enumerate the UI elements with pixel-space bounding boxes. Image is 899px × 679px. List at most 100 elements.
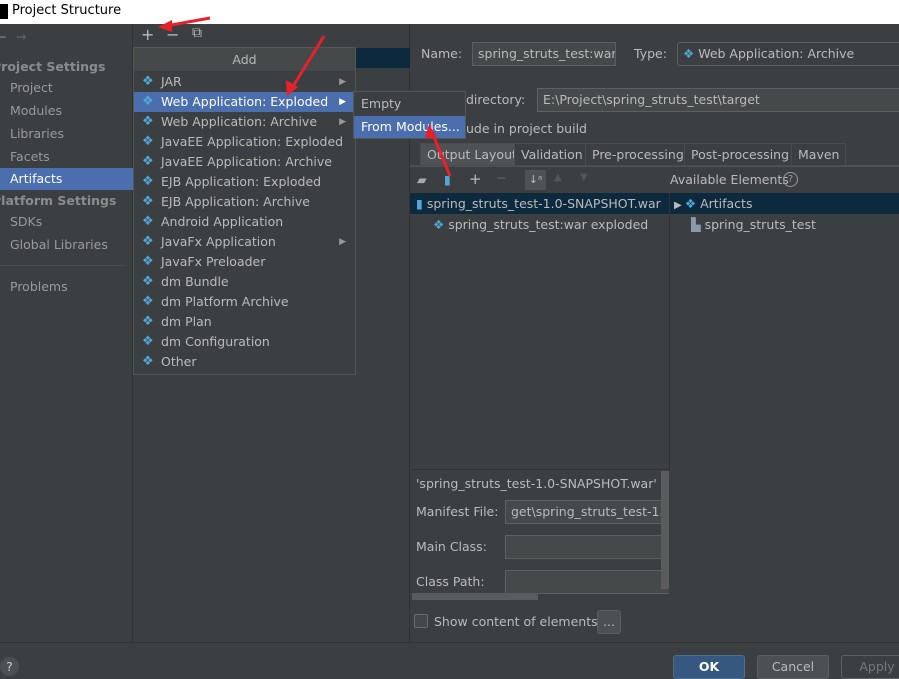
available-item-module[interactable]: ▙ spring_struts_test bbox=[691, 214, 816, 235]
web-app-icon: ❖ bbox=[433, 217, 449, 232]
tab-post-processing[interactable]: Post-processing bbox=[684, 143, 797, 166]
jar-icon: ❖ bbox=[142, 74, 154, 89]
cancel-button[interactable]: Cancel bbox=[757, 655, 829, 679]
tab-pre-processing[interactable]: Pre-processing bbox=[585, 143, 691, 166]
tree-item-label: spring_struts_test:war exploded bbox=[448, 217, 649, 232]
main-class-label: Main Class: bbox=[416, 539, 487, 554]
menu-item[interactable]: ❖ dm Platform Archive bbox=[134, 292, 355, 312]
menu-item[interactable]: ❖ JavaFx Preloader bbox=[134, 252, 355, 272]
menu-item[interactable]: ❖ Web Application: Exploded ▶ bbox=[134, 92, 355, 112]
menu-item-label: JavaFx Preloader bbox=[161, 254, 266, 269]
submenu-item-empty[interactable]: Empty bbox=[354, 93, 465, 115]
show-content-label: Show content of elements bbox=[434, 614, 598, 629]
show-content-checkbox[interactable] bbox=[414, 614, 428, 628]
menu-item[interactable]: ❖ EJB Application: Archive bbox=[134, 192, 355, 212]
menu-item-label: Android Application bbox=[161, 214, 284, 229]
type-select-value: Web Application: Archive bbox=[698, 46, 855, 61]
web-app-icon: ❖ bbox=[683, 46, 695, 61]
tree-item-exploded[interactable]: ❖ spring_struts_test:war exploded bbox=[433, 214, 648, 235]
available-item-artifacts[interactable]: ▶ ❖ Artifacts bbox=[674, 193, 752, 214]
help-icon[interactable]: ? bbox=[783, 172, 798, 187]
sidebar-item-project[interactable]: Project bbox=[10, 80, 53, 95]
class-path-input[interactable] bbox=[505, 570, 669, 594]
tab-validation[interactable]: Validation bbox=[514, 143, 590, 166]
sidebar-item-artifacts[interactable]: Artifacts bbox=[0, 168, 133, 190]
forward-button[interactable]: → bbox=[16, 29, 26, 44]
dm-platform-icon: ❖ bbox=[142, 294, 154, 309]
available-elements-label: Available Elements bbox=[670, 172, 789, 187]
divider bbox=[411, 469, 669, 470]
menu-item[interactable]: ❖ JAR ▶ bbox=[134, 72, 355, 92]
menu-item[interactable]: ❖ dm Plan bbox=[134, 312, 355, 332]
menu-item-label: Web Application: Archive bbox=[161, 114, 318, 129]
tab-output-layout[interactable]: Output Layout bbox=[420, 143, 524, 166]
tree-item-war[interactable]: ▮ spring_struts_test-1.0-SNAPSHOT.war bbox=[416, 193, 661, 214]
window-title: Project Structure bbox=[12, 3, 122, 18]
menu-item[interactable]: ❖ dm Configuration bbox=[134, 332, 355, 352]
include-in-build-checkbox-label[interactable]: ude in project build bbox=[466, 121, 587, 136]
menu-item[interactable]: ❖ EJB Application: Exploded bbox=[134, 172, 355, 192]
menu-item-label: dm Bundle bbox=[161, 274, 229, 289]
sidebar-item-global-libraries[interactable]: Global Libraries bbox=[10, 237, 108, 252]
menu-item[interactable]: ❖ JavaEE Application: Archive bbox=[134, 152, 355, 172]
menu-item[interactable]: ❖ JavaFx Application ▶ bbox=[134, 232, 355, 252]
add-element-button[interactable]: + bbox=[469, 170, 482, 188]
app-icon bbox=[0, 4, 8, 19]
menu-item-label: Web Application: Exploded bbox=[161, 94, 329, 109]
module-folder-icon: ▙ bbox=[691, 217, 705, 232]
artifact-icon: ❖ bbox=[684, 196, 701, 211]
javafx-icon: ❖ bbox=[142, 234, 154, 249]
archive-icon[interactable]: ▮ bbox=[444, 172, 451, 187]
output-directory-input[interactable]: E:\Project\spring_struts_test\target bbox=[537, 88, 899, 112]
sidebar-item-libraries[interactable]: Libraries bbox=[10, 126, 64, 141]
menu-item[interactable]: ❖ dm Bundle bbox=[134, 272, 355, 292]
new-folder-icon[interactable]: ▰ bbox=[417, 172, 427, 187]
manifest-file-label: Manifest File: bbox=[416, 504, 499, 519]
menu-item-label: dm Plan bbox=[161, 314, 212, 329]
sidebar-item-problems[interactable]: Problems bbox=[10, 279, 68, 294]
menu-item-label: JAR bbox=[161, 74, 182, 89]
menu-item[interactable]: ❖ Android Application bbox=[134, 212, 355, 232]
help-button[interactable]: ? bbox=[0, 657, 19, 676]
type-select[interactable]: ❖ Web Application: Archive bbox=[677, 42, 899, 66]
sidebar-item-modules[interactable]: Modules bbox=[10, 103, 62, 118]
apply-button[interactable]: Apply bbox=[841, 655, 899, 679]
sidebar-item-sdks[interactable]: SDKs bbox=[10, 214, 42, 229]
horizontal-scrollbar[interactable] bbox=[412, 593, 538, 600]
name-input[interactable]: spring_struts_test:war bbox=[472, 42, 616, 66]
move-up-icon[interactable]: ▲ bbox=[554, 172, 562, 183]
add-button[interactable]: + bbox=[141, 25, 154, 44]
sidebar-item-label: Artifacts bbox=[10, 171, 63, 186]
menu-item-label: dm Platform Archive bbox=[161, 294, 289, 309]
move-down-icon[interactable]: ▼ bbox=[580, 172, 588, 183]
platform-settings-header: Platform Settings bbox=[0, 193, 117, 208]
menu-item[interactable]: ❖ Other bbox=[134, 352, 355, 372]
tab-maven[interactable]: Maven bbox=[791, 143, 847, 166]
menu-item-label: EJB Application: Exploded bbox=[161, 174, 322, 189]
sidebar: ← → Project Settings Project Modules Lib… bbox=[0, 24, 133, 642]
back-button[interactable]: ← bbox=[0, 29, 6, 44]
remove-button[interactable]: − bbox=[166, 25, 179, 44]
ellipsis-button[interactable]: ... bbox=[597, 610, 621, 634]
split-divider[interactable] bbox=[669, 193, 670, 473]
copy-button[interactable]: ⧉ bbox=[192, 25, 202, 41]
remove-element-button[interactable]: − bbox=[496, 170, 506, 185]
manifest-file-input[interactable]: get\spring_struts_test-1.0-SNAPSHOT bbox=[505, 500, 669, 524]
main-class-input[interactable] bbox=[505, 535, 669, 559]
divider bbox=[0, 265, 125, 266]
ok-button[interactable]: OK bbox=[673, 655, 745, 679]
menu-item[interactable]: ❖ Web Application: Archive ▶ bbox=[134, 112, 355, 132]
submenu-item-from-modules[interactable]: From Modules... bbox=[354, 116, 465, 138]
sort-icon[interactable]: ↓ᵃ bbox=[525, 170, 546, 190]
vertical-scrollbar[interactable] bbox=[661, 471, 669, 589]
submenu-arrow-icon: ▶ bbox=[339, 97, 346, 107]
menu-item-label: JavaFx Application bbox=[161, 234, 276, 249]
output-directory-label: directory: bbox=[466, 92, 526, 107]
menu-item[interactable]: ❖ JavaEE Application: Exploded bbox=[134, 132, 355, 152]
sidebar-item-facets[interactable]: Facets bbox=[10, 149, 50, 164]
submenu-arrow-icon: ▶ bbox=[339, 77, 346, 87]
available-item-label: Artifacts bbox=[700, 196, 753, 211]
expand-arrow-icon[interactable]: ▶ bbox=[674, 200, 685, 211]
menu-item-label: Other bbox=[161, 354, 197, 369]
menu-item-label: JavaEE Application: Archive bbox=[161, 154, 332, 169]
